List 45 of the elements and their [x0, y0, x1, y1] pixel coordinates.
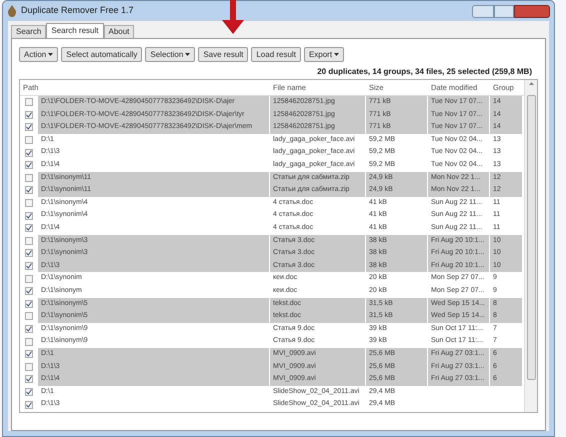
toolbar-button[interactable]: Selection: [145, 47, 196, 62]
scrollbar[interactable]: [524, 80, 537, 412]
tab[interactable]: Search result: [46, 23, 104, 38]
checkbox[interactable]: [25, 312, 33, 320]
checkbox[interactable]: [25, 174, 33, 182]
checkbox[interactable]: [25, 362, 33, 371]
toolbar-button[interactable]: Save result: [198, 47, 248, 62]
summary-text: 20 duplicates, 14 groups, 34 files, 25 selected (259,8 MB): [317, 66, 532, 78]
app-icon: [7, 5, 17, 17]
close-button[interactable]: [514, 4, 550, 18]
checkbox[interactable]: [25, 98, 33, 106]
scroll-up-icon: [528, 82, 534, 85]
checkbox[interactable]: [25, 388, 33, 396]
arrow-icon: [222, 0, 244, 34]
window-title: Duplicate Remover Free 1.7: [21, 4, 134, 18]
checkbox[interactable]: [25, 224, 33, 232]
toolbar-button[interactable]: Load result: [251, 47, 301, 62]
checkbox[interactable]: [25, 324, 33, 333]
scroll-thumb[interactable]: [526, 95, 536, 380]
checkbox[interactable]: [25, 262, 33, 270]
caret-icon: [185, 53, 190, 56]
caret-icon: [334, 53, 340, 56]
caret-icon: [48, 53, 54, 56]
checkbox[interactable]: [25, 274, 33, 283]
checkbox[interactable]: [25, 249, 33, 258]
checkbox[interactable]: [25, 300, 33, 308]
checkbox[interactable]: [25, 350, 33, 358]
checkbox[interactable]: [25, 161, 33, 170]
toolbar-button[interactable]: Action: [19, 47, 58, 62]
checkbox[interactable]: [25, 199, 33, 208]
checkbox[interactable]: [25, 110, 33, 119]
checkbox[interactable]: [25, 136, 33, 144]
toolbar-button[interactable]: Export: [304, 47, 344, 62]
checkbox[interactable]: [25, 400, 33, 409]
checkbox[interactable]: [25, 236, 33, 245]
checkbox[interactable]: [25, 375, 33, 384]
checkbox[interactable]: [25, 186, 33, 194]
tab[interactable]: Search: [11, 25, 46, 38]
checkbox[interactable]: [25, 148, 33, 157]
tab[interactable]: About: [104, 25, 134, 38]
checkbox[interactable]: [25, 287, 33, 296]
toolbar-button[interactable]: Select automatically: [61, 47, 142, 62]
checkbox[interactable]: [25, 212, 33, 220]
checkbox[interactable]: [25, 123, 33, 132]
checkbox[interactable]: [25, 338, 33, 346]
